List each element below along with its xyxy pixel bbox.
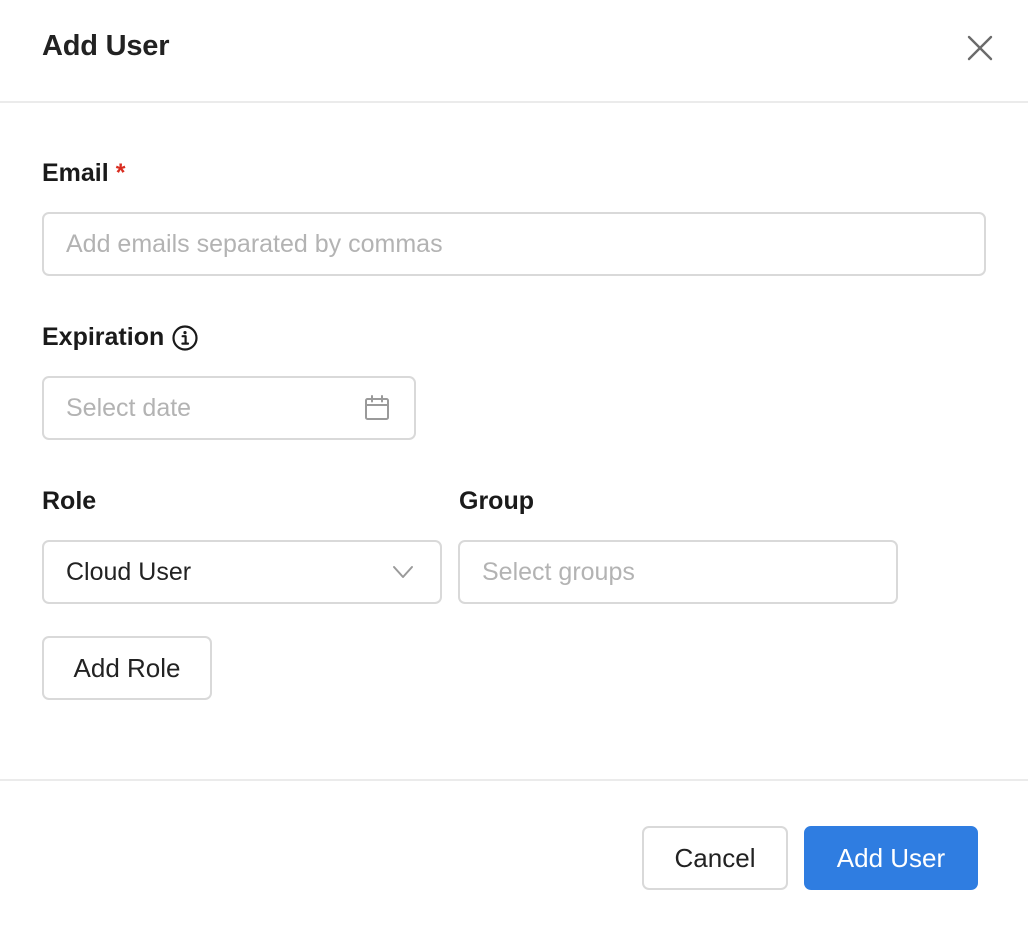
info-icon[interactable] bbox=[171, 324, 199, 352]
required-mark: * bbox=[115, 159, 126, 187]
chevron-down-icon bbox=[388, 557, 418, 587]
email-field-wrapper bbox=[42, 212, 986, 276]
role-selected-value: Cloud User bbox=[66, 557, 192, 586]
email-field[interactable] bbox=[66, 229, 962, 259]
add-role-button[interactable]: Add Role bbox=[42, 636, 212, 700]
close-button[interactable] bbox=[962, 30, 998, 66]
email-label: Email * bbox=[42, 159, 125, 188]
calendar-icon[interactable] bbox=[362, 393, 392, 423]
expiration-label: Expiration bbox=[42, 323, 199, 352]
expiration-date-input[interactable] bbox=[66, 393, 362, 423]
group-label: Group bbox=[459, 487, 534, 515]
email-label-text: Email bbox=[42, 159, 109, 187]
group-select[interactable] bbox=[458, 540, 898, 604]
group-select-input[interactable] bbox=[482, 557, 874, 587]
role-select[interactable]: Cloud User bbox=[42, 540, 442, 604]
footer-divider bbox=[0, 779, 1028, 781]
expiration-date-picker[interactable] bbox=[42, 376, 416, 440]
expiration-label-text: Expiration bbox=[42, 323, 165, 351]
role-label: Role bbox=[42, 487, 97, 515]
dialog-title: Add User bbox=[42, 30, 170, 62]
cancel-button[interactable]: Cancel bbox=[642, 826, 788, 890]
add-user-dialog: Add User Email * Expiration bbox=[0, 0, 1028, 928]
close-icon bbox=[967, 35, 993, 61]
dialog-header: Add User bbox=[0, 0, 1028, 103]
add-user-button[interactable]: Add User bbox=[804, 826, 978, 890]
